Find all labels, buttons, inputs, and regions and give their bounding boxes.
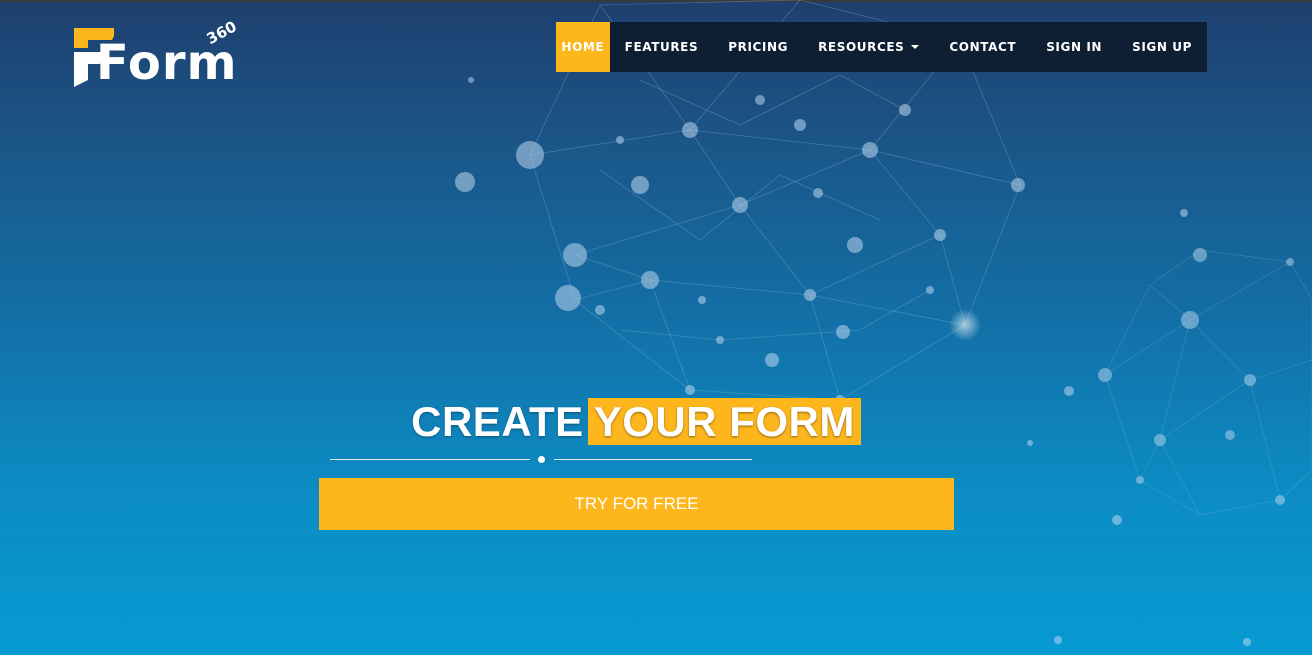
hero-divider-right — [554, 459, 752, 460]
hero-title-highlight: YOUR FORM — [587, 398, 861, 445]
hero-divider-dot — [538, 456, 545, 463]
network-globe-background — [455, 0, 1312, 646]
try-for-free-button[interactable]: TRY FOR FREE — [319, 478, 954, 530]
hero-title-text: CREATE — [411, 398, 584, 445]
nav-item-label: SIGN IN — [1046, 40, 1103, 54]
main-nav: HOME FEATURES PRICING RESOURCES CONTACT … — [556, 22, 1207, 72]
logo[interactable]: Form 360 — [74, 17, 249, 92]
nav-item-sign-up[interactable]: SIGN UP — [1117, 22, 1207, 72]
nav-item-home[interactable]: HOME — [556, 22, 610, 72]
nav-item-label: PRICING — [728, 40, 789, 54]
nav-item-label: FEATURES — [624, 40, 699, 54]
nav-item-resources[interactable]: RESOURCES — [803, 22, 934, 72]
nav-item-features[interactable]: FEATURES — [610, 22, 714, 72]
nav-item-sign-in[interactable]: SIGN IN — [1031, 22, 1117, 72]
nav-item-label: RESOURCES — [818, 40, 905, 54]
nav-item-label: CONTACT — [949, 40, 1017, 54]
logo-text: Form — [96, 35, 238, 91]
nav-item-label: SIGN UP — [1132, 40, 1192, 54]
hero-title: CREATE YOUR FORM — [0, 398, 1272, 446]
hero-divider-left — [330, 459, 530, 460]
caret-down-icon — [911, 45, 920, 49]
nav-item-label: HOME — [561, 40, 605, 54]
nav-item-pricing[interactable]: PRICING — [713, 22, 803, 72]
nav-item-contact[interactable]: CONTACT — [934, 22, 1031, 72]
